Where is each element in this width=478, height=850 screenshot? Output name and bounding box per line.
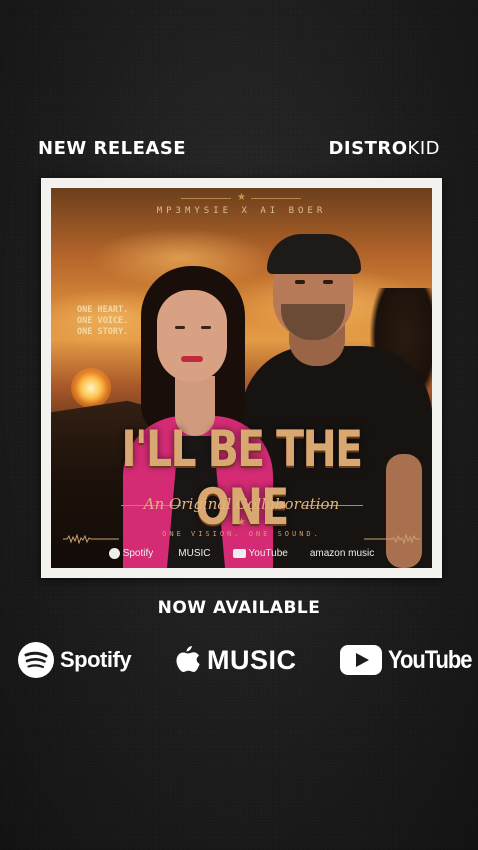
cover-platform-label: amazon music xyxy=(309,548,375,559)
cover-platform-spotify: Spotify xyxy=(108,548,154,559)
tagline-line: ONE VOICE. xyxy=(77,316,129,326)
cover-platform-apple: MUSIC xyxy=(175,548,210,559)
cover-platform-label: MUSIC xyxy=(178,548,211,559)
spotify-icon xyxy=(108,548,120,559)
youtube-play-icon xyxy=(340,645,382,675)
new-release-label: NEW RELEASE xyxy=(38,138,187,159)
spotify-link[interactable]: Spotify xyxy=(18,638,132,682)
distrokid-logo-light: KID xyxy=(407,138,440,159)
cover-tagline: ONE HEART. ONE VOICE. ONE STORY. xyxy=(77,305,128,338)
album-cover-frame: ★ MP3MYSIE X AI BOER ONE HEART. ONE VOIC… xyxy=(41,178,442,578)
man-eye xyxy=(323,280,333,284)
spotify-label: Spotify xyxy=(60,647,132,672)
woman-lips xyxy=(181,356,203,362)
soundwave-icon xyxy=(364,534,420,544)
man-eye xyxy=(295,280,305,284)
apple-music-link[interactable]: MUSIC xyxy=(175,638,297,682)
divider xyxy=(251,198,301,199)
cover-platform-youtube: YouTube xyxy=(232,548,288,559)
album-cover: ★ MP3MYSIE X AI BOER ONE HEART. ONE VOIC… xyxy=(51,188,432,568)
cover-platform-amazon: amazon music xyxy=(310,548,374,559)
tagline-line: ONE STORY. xyxy=(77,327,129,337)
streaming-platforms: Spotify MUSIC YouTube xyxy=(0,638,478,682)
distrokid-logo-bold: DISTRO xyxy=(328,138,408,159)
man-cap xyxy=(267,234,361,274)
youtube-icon xyxy=(232,549,246,558)
cover-platform-label: YouTube xyxy=(248,548,288,559)
woman-face xyxy=(157,290,227,382)
cover-platform-row: Spotify MUSIC YouTube amazon music xyxy=(51,548,432,559)
cover-artists: MP3MYSIE X AI BOER xyxy=(156,206,327,216)
youtube-label: YouTube xyxy=(388,645,473,674)
apple-music-label: MUSIC xyxy=(207,644,297,675)
sun xyxy=(71,368,111,408)
woman-eye xyxy=(201,326,211,329)
cover-platform-label: Spotify xyxy=(122,548,154,559)
tagline-line: ONE HEART. xyxy=(77,305,129,315)
woman-eye xyxy=(175,326,185,329)
star-icon: ★ xyxy=(237,192,246,203)
divider xyxy=(181,198,231,199)
distrokid-logo: DISTROKID xyxy=(328,138,440,159)
youtube-link[interactable]: YouTube xyxy=(340,638,478,682)
now-available-label: NOW AVAILABLE xyxy=(157,598,321,618)
star-icon: ★ xyxy=(237,517,246,528)
apple-icon xyxy=(176,646,200,672)
cover-subtitle: An Original Collaboration xyxy=(143,495,340,513)
spotify-icon xyxy=(18,642,54,678)
